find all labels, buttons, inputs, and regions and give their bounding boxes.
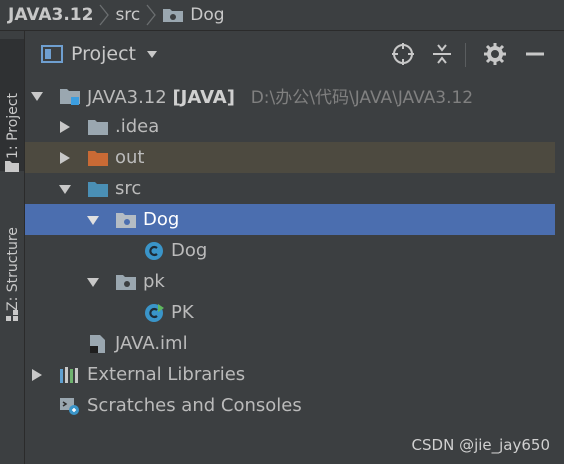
- project-tree: JAVA3.12 [JAVA] D:\办公\代码\JAVA\JAVA3.12 .…: [25, 77, 564, 464]
- root-name: JAVA3.12: [87, 87, 167, 108]
- watermark: CSDN @jie_jay650: [411, 436, 550, 454]
- tree-row-dog-package[interactable]: Dog: [25, 204, 555, 235]
- settings-button[interactable]: [482, 41, 508, 67]
- tree-row-pk-class[interactable]: PK: [25, 297, 555, 328]
- project-tab-label: 1: Project: [5, 93, 21, 159]
- chevron-down-icon[interactable]: [87, 214, 99, 226]
- chevron-right-icon[interactable]: [31, 368, 43, 381]
- hide-button[interactable]: [522, 41, 548, 67]
- chevron-right-icon[interactable]: [59, 151, 71, 164]
- breadcrumb-dog[interactable]: Dog: [190, 5, 224, 25]
- root-path: D:\办公\代码\JAVA\JAVA3.12: [250, 88, 474, 108]
- tree-row-pk-package[interactable]: pk: [25, 266, 555, 297]
- structure-icon: [6, 310, 18, 321]
- chevron-down-icon[interactable]: [146, 49, 158, 59]
- project-panel-header: Project: [25, 31, 564, 77]
- root-module: [JAVA]: [172, 87, 235, 108]
- out-label: out: [115, 147, 145, 168]
- hide-icon: [526, 52, 544, 56]
- source-folder-icon: [88, 181, 108, 197]
- tree-row-root[interactable]: JAVA3.12 [JAVA] D:\办公\代码\JAVA\JAVA3.12: [25, 80, 555, 111]
- chevron-right-icon[interactable]: [59, 120, 71, 133]
- folder-icon: [88, 119, 108, 135]
- src-label: src: [115, 178, 142, 199]
- module-folder-icon: [60, 88, 80, 105]
- idea-label: .idea: [115, 116, 160, 137]
- tree-row-external-libraries[interactable]: External Libraries: [25, 359, 555, 390]
- scratches-icon: [60, 397, 79, 415]
- scratches-label: Scratches and Consoles: [87, 395, 302, 416]
- tree-row-out[interactable]: out: [25, 142, 555, 173]
- project-view-icon: [41, 45, 63, 63]
- tree-row-src[interactable]: src: [25, 173, 555, 204]
- external-libraries-label: External Libraries: [87, 364, 246, 385]
- project-tool-tab[interactable]: 1: Project: [0, 39, 24, 171]
- chevron-right-icon: [146, 4, 157, 26]
- dog-package-label: Dog: [143, 209, 180, 230]
- chevron-down-icon[interactable]: [59, 183, 71, 195]
- dog-class-label: Dog: [171, 240, 208, 261]
- navigation-bar: JAVA3.12 src Dog: [0, 0, 564, 31]
- pk-class-label: PK: [171, 302, 194, 323]
- java-runnable-class-icon: [145, 303, 164, 322]
- tree-row-idea[interactable]: .idea: [25, 111, 555, 142]
- breadcrumb-project[interactable]: JAVA3.12: [0, 5, 93, 25]
- locate-button[interactable]: [390, 41, 416, 67]
- excluded-folder-icon: [88, 150, 108, 166]
- folder-icon: [5, 161, 19, 172]
- chevron-down-icon[interactable]: [87, 276, 99, 288]
- package-folder-icon: [116, 212, 136, 228]
- breadcrumb-src[interactable]: src: [115, 5, 140, 25]
- tree-row-iml[interactable]: JAVA.iml: [25, 328, 555, 359]
- collapse-all-button[interactable]: [429, 41, 455, 67]
- structure-tab-label: Z: Structure: [5, 227, 21, 311]
- tool-window-strip: 1: Project Z: Structure: [0, 31, 25, 464]
- pk-package-label: pk: [143, 271, 165, 292]
- iml-label: JAVA.iml: [115, 333, 188, 354]
- chevron-right-icon: [99, 4, 110, 26]
- locate-icon: [392, 43, 414, 65]
- tree-row-dog-class[interactable]: Dog: [25, 235, 555, 266]
- root-label: JAVA3.12 [JAVA] D:\办公\代码\JAVA\JAVA3.12: [87, 83, 473, 108]
- package-folder-icon: [163, 9, 184, 22]
- package-folder-icon: [116, 274, 136, 290]
- collapse-all-icon: [433, 44, 451, 64]
- chevron-down-icon[interactable]: [31, 90, 43, 102]
- java-class-icon: [145, 241, 163, 260]
- gear-icon: [484, 43, 506, 65]
- iml-file-icon: [90, 334, 105, 353]
- tree-row-scratches[interactable]: Scratches and Consoles: [25, 390, 555, 421]
- libraries-icon: [60, 366, 78, 383]
- panel-title[interactable]: Project: [71, 43, 136, 65]
- toolbar-divider: [465, 43, 466, 67]
